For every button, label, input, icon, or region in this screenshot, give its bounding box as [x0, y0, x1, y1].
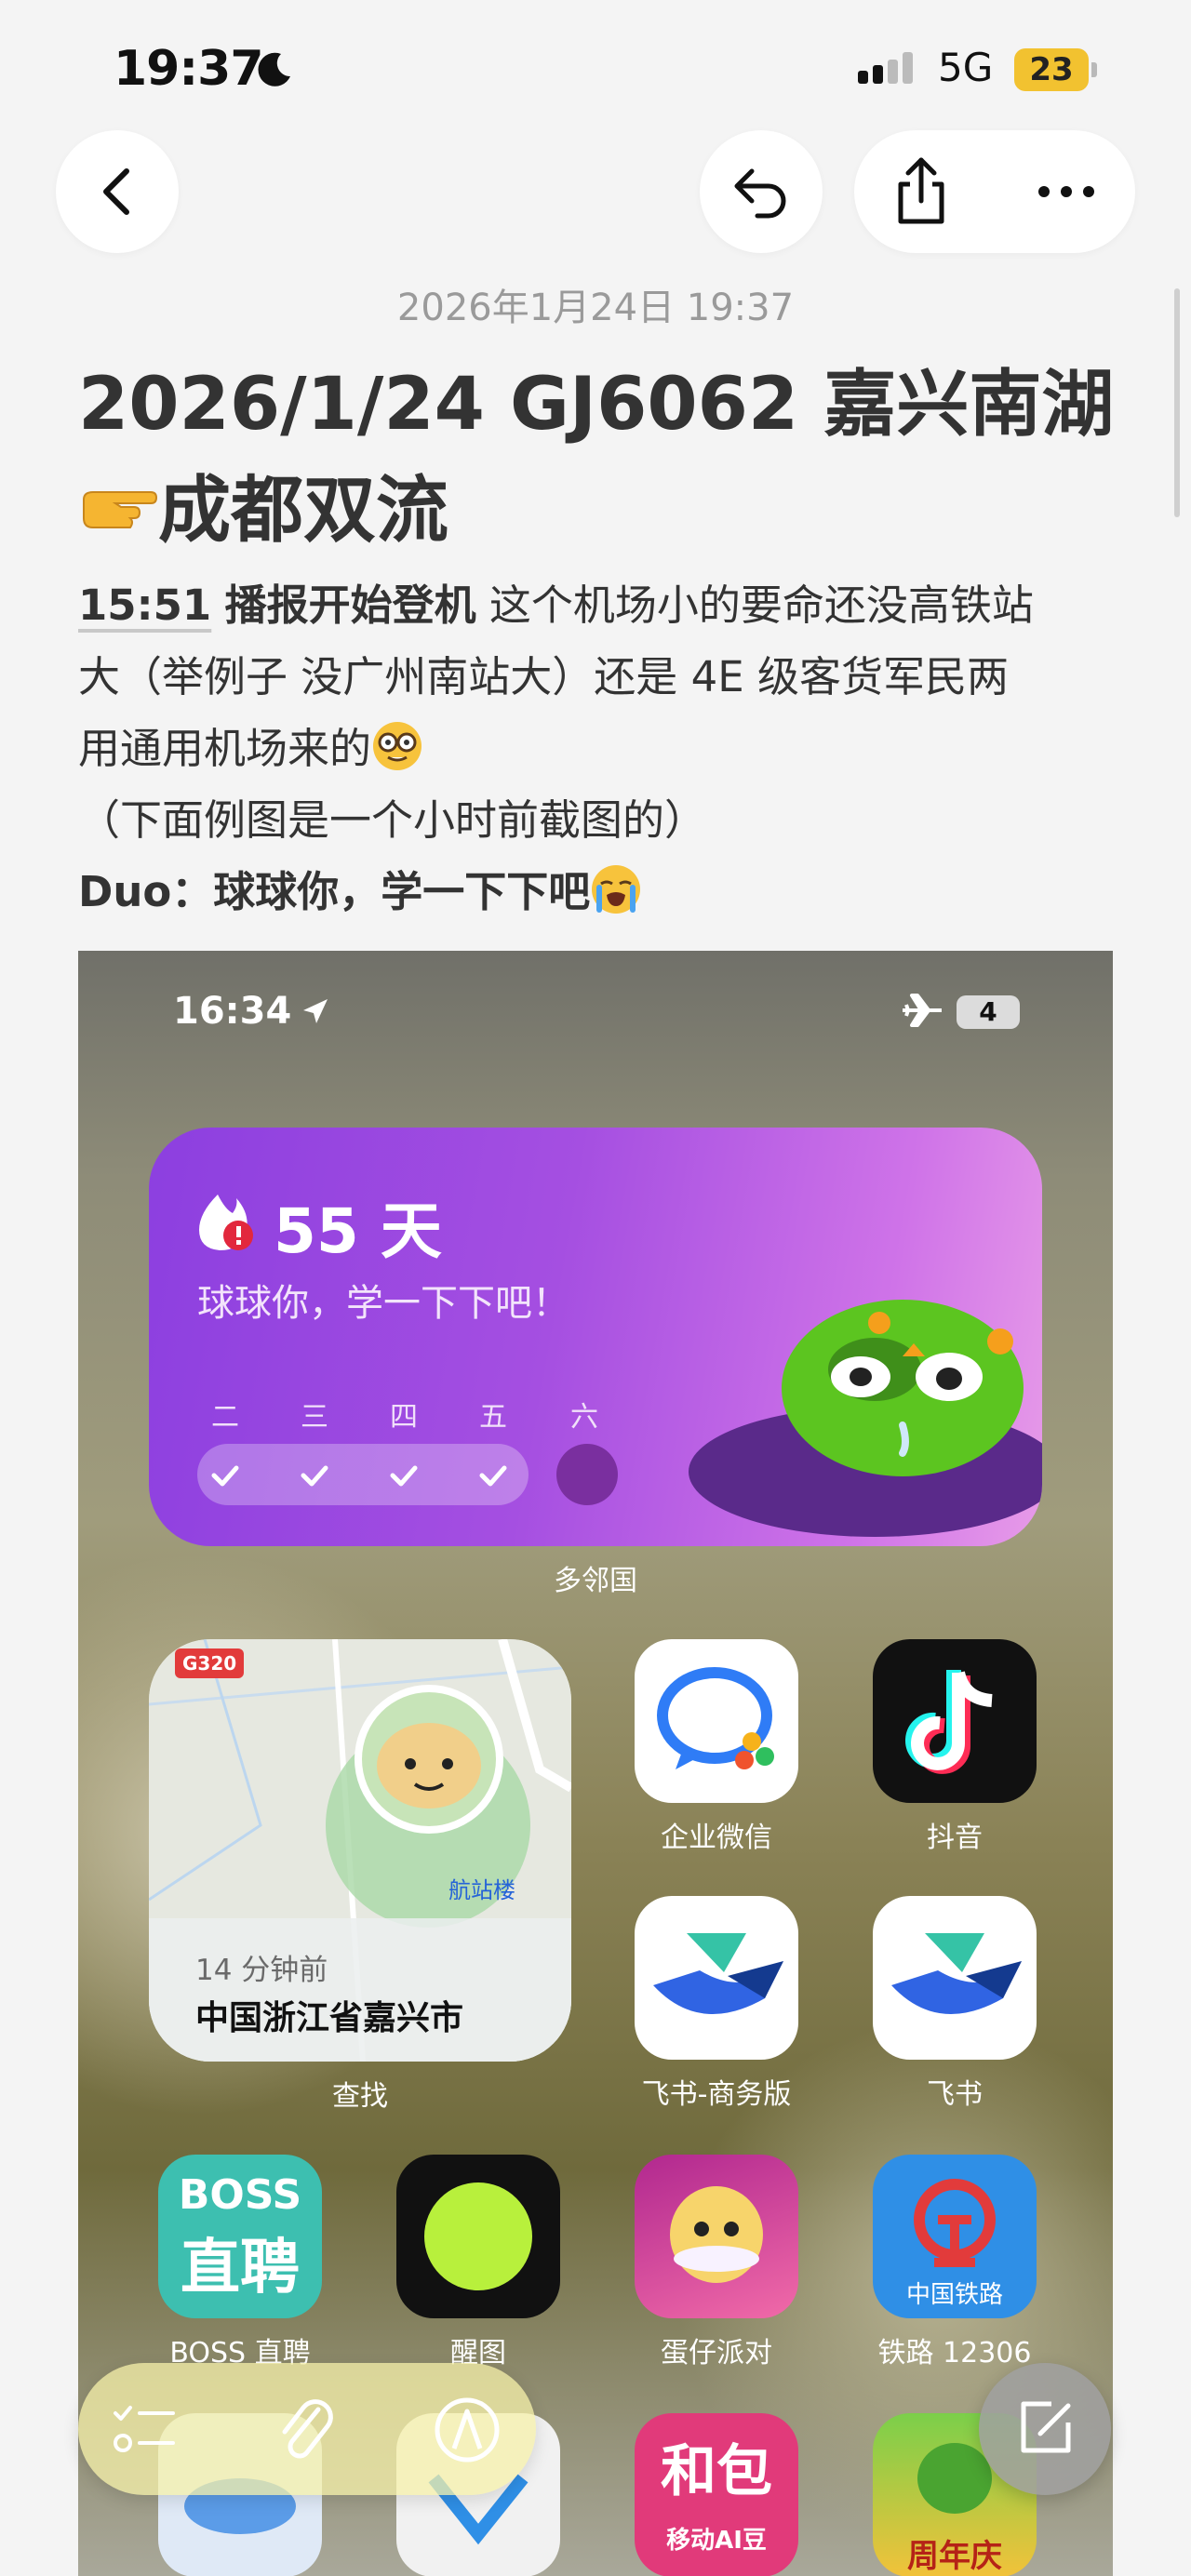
find-location: 中国浙江省嘉兴市: [195, 1999, 464, 2037]
douyin-icon: [905, 1670, 993, 1774]
app-railway-label: 铁路 12306: [877, 2337, 1032, 2369]
xingtu-icon: [424, 2182, 532, 2290]
avatar: [355, 1685, 503, 1834]
airplane-icon: [903, 994, 942, 1027]
app-hebao[interactable]: 和包 移动AI豆: [635, 2413, 798, 2576]
check-icon: [479, 1465, 507, 1487]
embedded-screenshot[interactable]: 16:34 4 55 天 球球你，学一下下吧！ 二 三 四 五 六 多邻国 G3…: [78, 951, 1113, 2576]
day-label: 四: [390, 1401, 418, 1434]
feishu-icon: [891, 1933, 1022, 2015]
post-title: 2026/1/24 GJ6062 嘉兴南湖 成都双流: [78, 352, 1120, 564]
duo-message: 球球你，学一下下吧！: [197, 1282, 569, 1325]
streak-track: [197, 1444, 529, 1505]
hebao-sub-text: 移动AI豆: [666, 2527, 767, 2555]
attachment-icon[interactable]: [275, 2396, 335, 2463]
terminal-label: 航站楼: [448, 1877, 515, 1903]
location-arrow-icon: [303, 999, 328, 1023]
battery-level: 23: [1014, 48, 1089, 91]
undo-button[interactable]: [700, 130, 823, 253]
app-xingtu[interactable]: [396, 2155, 560, 2318]
day-label: 六: [570, 1401, 598, 1434]
boarding-text: 播报开始登机: [224, 581, 476, 630]
check-icon: [390, 1465, 418, 1487]
find-time-ago: 14 分钟前: [195, 1954, 328, 1987]
status-time: 19:37: [114, 41, 264, 97]
moon-icon: [258, 52, 290, 87]
embed-battery: 4: [957, 995, 1020, 1029]
compose-icon: [1021, 2401, 1071, 2453]
embed-status-time: 16:34: [173, 990, 292, 1033]
duolingo-label: 多邻国: [554, 1565, 637, 1597]
boss-icon-top: BOSS: [178, 2171, 302, 2219]
hebao-icon-text: 和包: [661, 2439, 772, 2504]
status-bar: 19:37 5G 23: [0, 0, 1191, 140]
scrollbar[interactable]: [1174, 288, 1180, 517]
post-date: 2026年1月24日 19:37: [396, 287, 795, 329]
wecom-icon: [657, 1667, 774, 1769]
battery-nub: [1091, 62, 1097, 77]
action-pill: [854, 130, 1135, 253]
body-line-2: 大（举例子 没广州南站大）还是 4E 级客货军民两: [78, 652, 1009, 701]
signal-icon: [858, 52, 913, 84]
app-feishu-business[interactable]: [635, 1896, 798, 2060]
app-feishu-business-label: 飞书-商务版: [641, 2078, 792, 2111]
find-my-footer: [149, 1918, 571, 2062]
eggy-icon: [670, 2186, 763, 2283]
road-badge: G320: [175, 1648, 245, 1678]
back-button[interactable]: [56, 130, 179, 253]
app-feishu-label: 飞书: [927, 2078, 983, 2111]
day-label: 五: [479, 1401, 507, 1434]
time-tag[interactable]: 15:51: [78, 581, 211, 630]
title-line-1: 2026/1/24 GJ6062 嘉兴南湖: [78, 363, 1115, 447]
app-boss[interactable]: BOSS 直聘: [158, 2155, 322, 2318]
streak-flame-icon: [199, 1195, 253, 1250]
body-line-1: 这个机场小的要命还没高铁站: [475, 581, 1034, 630]
post-body: 15:51 播报开始登机 这个机场小的要命还没高铁站 大（举例子 没广州南站大）…: [78, 569, 1130, 928]
boss-icon-bottom: 直聘: [181, 2234, 300, 2302]
railway-icon-text: 中国铁路: [905, 2281, 1003, 2309]
anniversary-text: 周年庆: [907, 2538, 1002, 2575]
app-douyin[interactable]: [873, 1639, 1037, 1803]
share-icon[interactable]: [888, 154, 955, 229]
crying-face-icon: [592, 865, 641, 914]
app-wecom-label: 企业微信: [661, 1822, 772, 1854]
duolingo-widget[interactable]: 55 天 球球你，学一下下吧！ 二 三 四 五 六: [149, 1128, 1042, 1546]
day-empty-dot: [556, 1444, 618, 1505]
body-line-3: 用通用机场来的: [78, 724, 372, 773]
streak-count: 55 天: [274, 1195, 442, 1267]
checklist-icon[interactable]: [112, 2402, 177, 2458]
day-label: 三: [301, 1401, 328, 1434]
app-eggy-party[interactable]: [635, 2155, 798, 2318]
compose-button[interactable]: [979, 2363, 1111, 2495]
find-my-widget[interactable]: G320 航站楼 14 分钟前 中国浙江省嘉兴市: [149, 1639, 571, 2062]
network-type: 5G: [938, 45, 994, 90]
nerd-face-icon: [373, 722, 422, 770]
pointing-hand-icon: [83, 491, 158, 528]
check-icon: [301, 1465, 328, 1487]
find-my-label: 查找: [332, 2080, 388, 2113]
back-icon: [103, 168, 129, 215]
body-line-4: （下面例图是一个小时前截图的）: [78, 795, 707, 845]
undo-icon: [734, 168, 786, 219]
check-icon: [211, 1465, 239, 1487]
feishu-icon: [653, 1933, 783, 2015]
app-feishu[interactable]: [873, 1896, 1037, 2060]
markup-icon[interactable]: [432, 2395, 502, 2465]
app-douyin-label: 抖音: [927, 1822, 983, 1854]
day-label: 二: [211, 1401, 239, 1434]
app-eggy-label: 蛋仔派对: [661, 2337, 772, 2369]
app-railway-12306[interactable]: 中国铁路: [873, 2155, 1037, 2318]
title-line-2: 成都双流: [158, 469, 449, 553]
battery-indicator: 23: [1014, 48, 1098, 91]
duo-mascot-icon: [689, 1300, 1042, 1537]
editor-toolbar: [78, 2363, 536, 2495]
app-wecom[interactable]: [635, 1639, 798, 1803]
more-icon[interactable]: [1037, 184, 1096, 199]
body-line-5: Duo：球球你，学一下下吧: [78, 867, 591, 916]
